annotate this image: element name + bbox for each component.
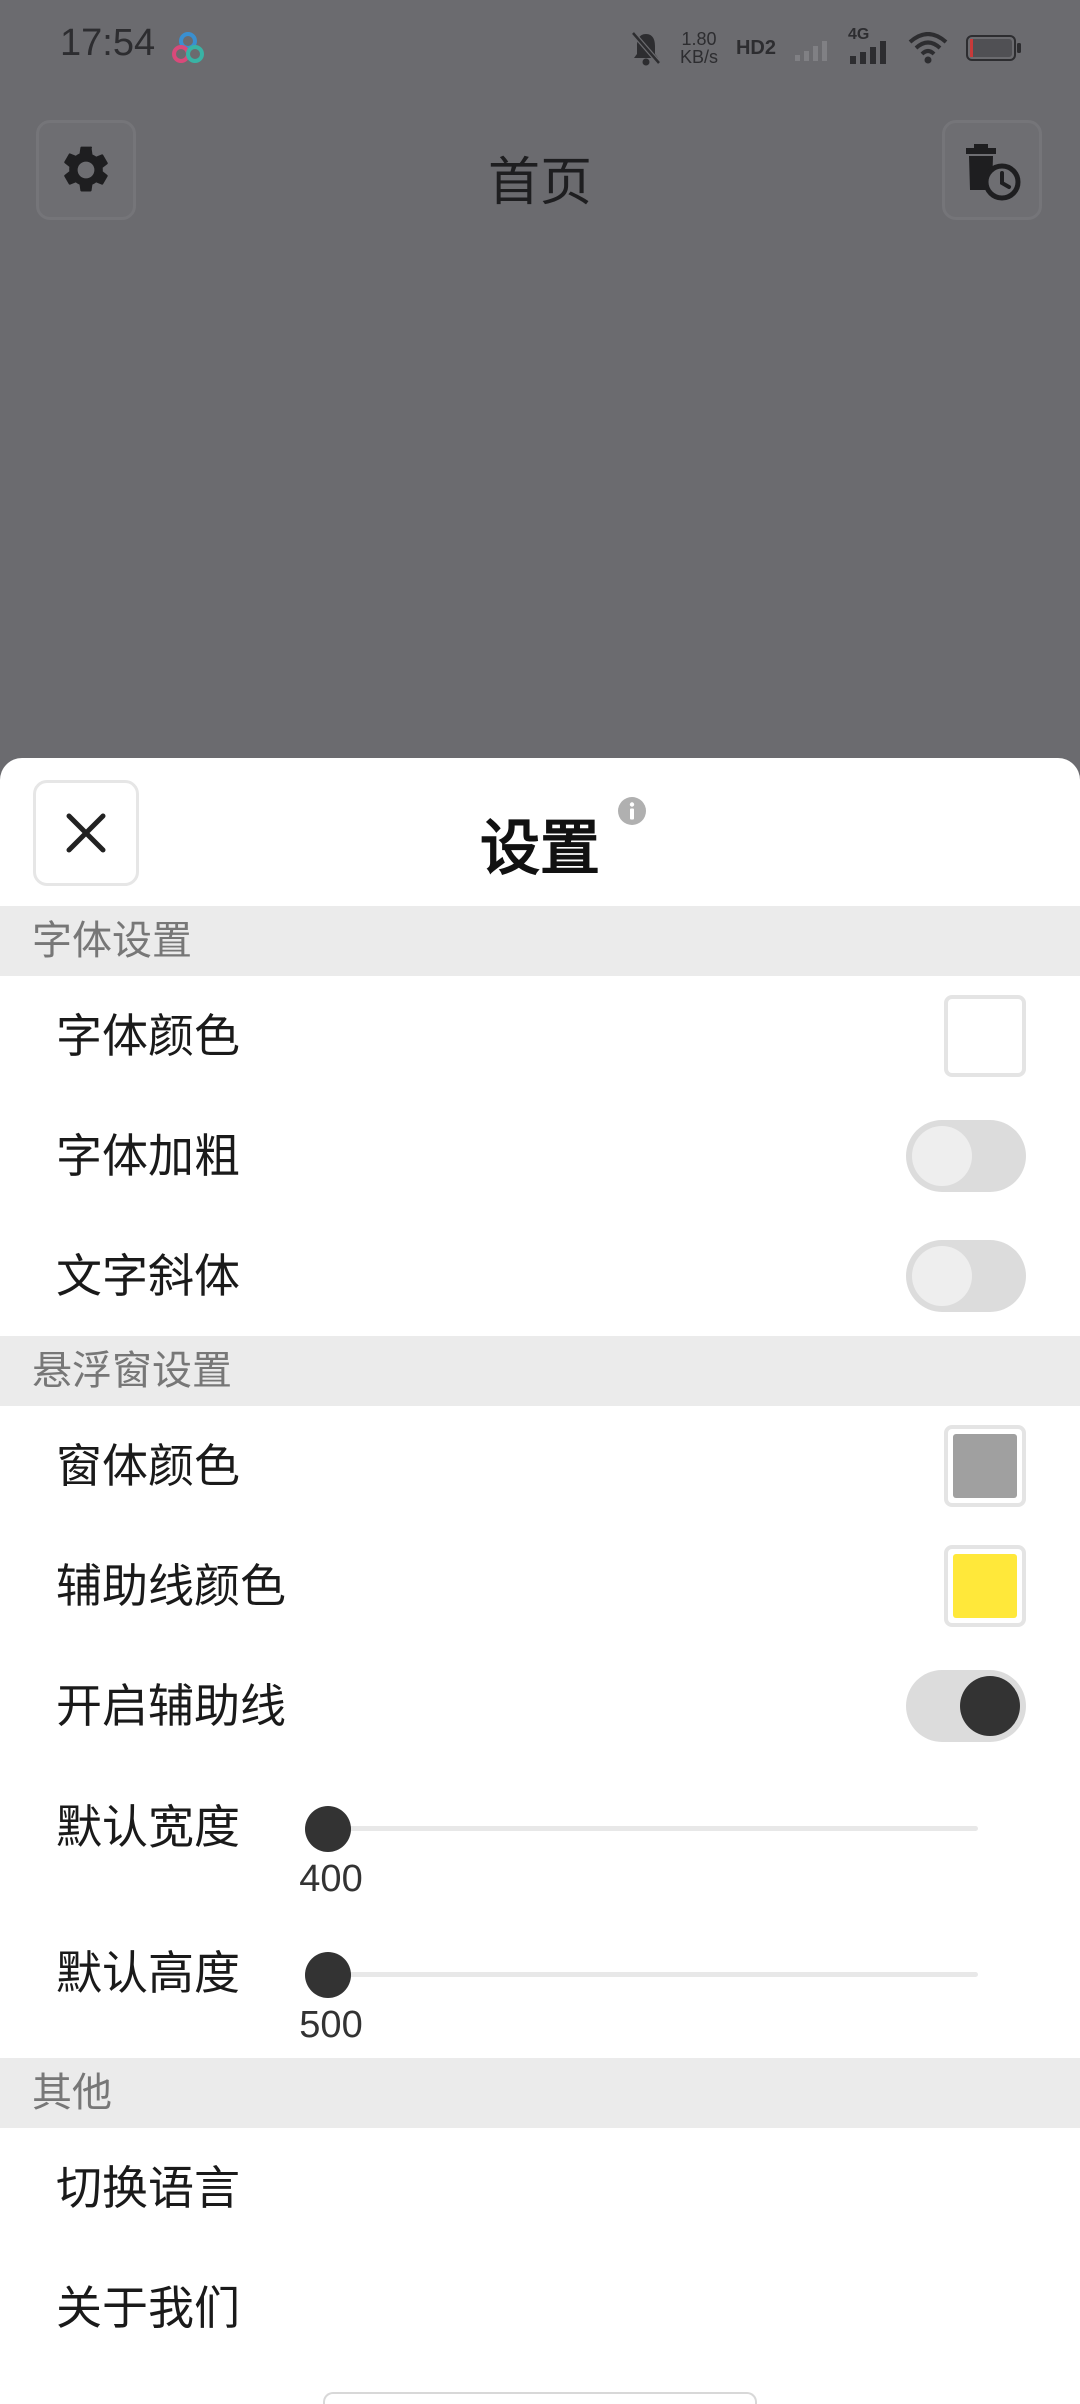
toggle-knob xyxy=(960,1676,1020,1736)
default-width-value: 400 xyxy=(299,1858,363,1900)
window-color-label: 窗体颜色 xyxy=(56,1439,240,1493)
app-notification-icon xyxy=(172,32,204,63)
section-header-font: 字体设置 xyxy=(0,906,1080,976)
guide-color-row[interactable]: 辅助线颜色 xyxy=(0,1526,1080,1646)
default-width-label: 默认宽度 xyxy=(56,1800,240,1854)
font-italic-label: 文字斜体 xyxy=(56,1249,240,1303)
battery-icon xyxy=(966,35,1021,61)
font-bold-toggle[interactable] xyxy=(906,1120,1026,1192)
section-header-floating: 悬浮窗设置 xyxy=(0,1336,1080,1406)
sheet-title: 设置 xyxy=(480,814,600,884)
default-height-label: 默认高度 xyxy=(56,1946,240,2000)
home-indicator xyxy=(323,2392,757,2404)
net-speed: 1.80 KB/s xyxy=(680,30,718,66)
default-height-slider-thumb[interactable] xyxy=(305,1952,351,1998)
font-color-fill xyxy=(953,1004,1017,1068)
guide-color-swatch[interactable] xyxy=(944,1545,1026,1627)
info-icon[interactable] xyxy=(617,796,647,826)
toggle-knob xyxy=(912,1126,972,1186)
guide-color-label: 辅助线颜色 xyxy=(56,1559,286,1613)
net-speed-value: 1.80 xyxy=(681,29,717,49)
sheet-header: 设置 xyxy=(0,758,1080,906)
wifi-icon xyxy=(908,32,948,64)
mute-bell-icon xyxy=(631,31,661,66)
signal-weak-icon xyxy=(795,41,827,61)
status-icons: 1.80 KB/s HD2 4G xyxy=(630,26,1022,68)
default-height-row: 默认高度 500 xyxy=(0,1912,1080,2058)
font-color-label: 字体颜色 xyxy=(56,1009,240,1063)
settings-sheet: 设置 字体设置 字体颜色 字体加粗 文字斜体 悬浮窗设置 窗体颜色 辅助线颜色 xyxy=(0,758,1080,2404)
status-time: 17:54 xyxy=(60,22,156,64)
font-color-swatch[interactable] xyxy=(944,995,1026,1077)
font-bold-label: 字体加粗 xyxy=(56,1129,240,1183)
font-italic-row: 文字斜体 xyxy=(0,1216,1080,1336)
font-bold-row: 字体加粗 xyxy=(0,1096,1080,1216)
default-width-row: 默认宽度 400 xyxy=(0,1766,1080,1912)
guide-enable-label: 开启辅助线 xyxy=(56,1679,286,1733)
about-us-label: 关于我们 xyxy=(56,2281,240,2335)
font-italic-toggle[interactable] xyxy=(906,1240,1026,1312)
default-height-value: 500 xyxy=(299,2004,363,2046)
net-speed-unit: KB/s xyxy=(679,47,718,67)
default-width-slider-thumb[interactable] xyxy=(305,1806,351,1852)
switch-language-label: 切换语言 xyxy=(56,2161,240,2215)
font-color-row[interactable]: 字体颜色 xyxy=(0,976,1080,1096)
switch-language-row[interactable]: 切换语言 xyxy=(0,2128,1080,2248)
guide-color-fill xyxy=(953,1554,1017,1618)
trash-clock-icon xyxy=(966,144,1021,201)
default-width-slider-track[interactable] xyxy=(328,1826,978,1831)
history-delete-button[interactable] xyxy=(942,120,1042,220)
signal-strong-icon xyxy=(850,41,886,64)
default-height-slider-track[interactable] xyxy=(328,1972,978,1977)
guide-enable-row: 开启辅助线 xyxy=(0,1646,1080,1766)
about-us-row[interactable]: 关于我们 xyxy=(0,2248,1080,2368)
hd-badge: HD2 xyxy=(735,36,776,59)
toggle-knob xyxy=(912,1246,972,1306)
window-color-row[interactable]: 窗体颜色 xyxy=(0,1406,1080,1526)
window-color-swatch[interactable] xyxy=(944,1425,1026,1507)
status-bar: 17:54 1.80 KB/s HD2 4G xyxy=(0,0,1080,96)
window-color-fill xyxy=(953,1434,1017,1498)
page-title: 首页 xyxy=(487,153,592,213)
guide-enable-toggle[interactable] xyxy=(906,1670,1026,1742)
section-header-other: 其他 xyxy=(0,2058,1080,2128)
signal-4g: 4G xyxy=(848,26,890,66)
